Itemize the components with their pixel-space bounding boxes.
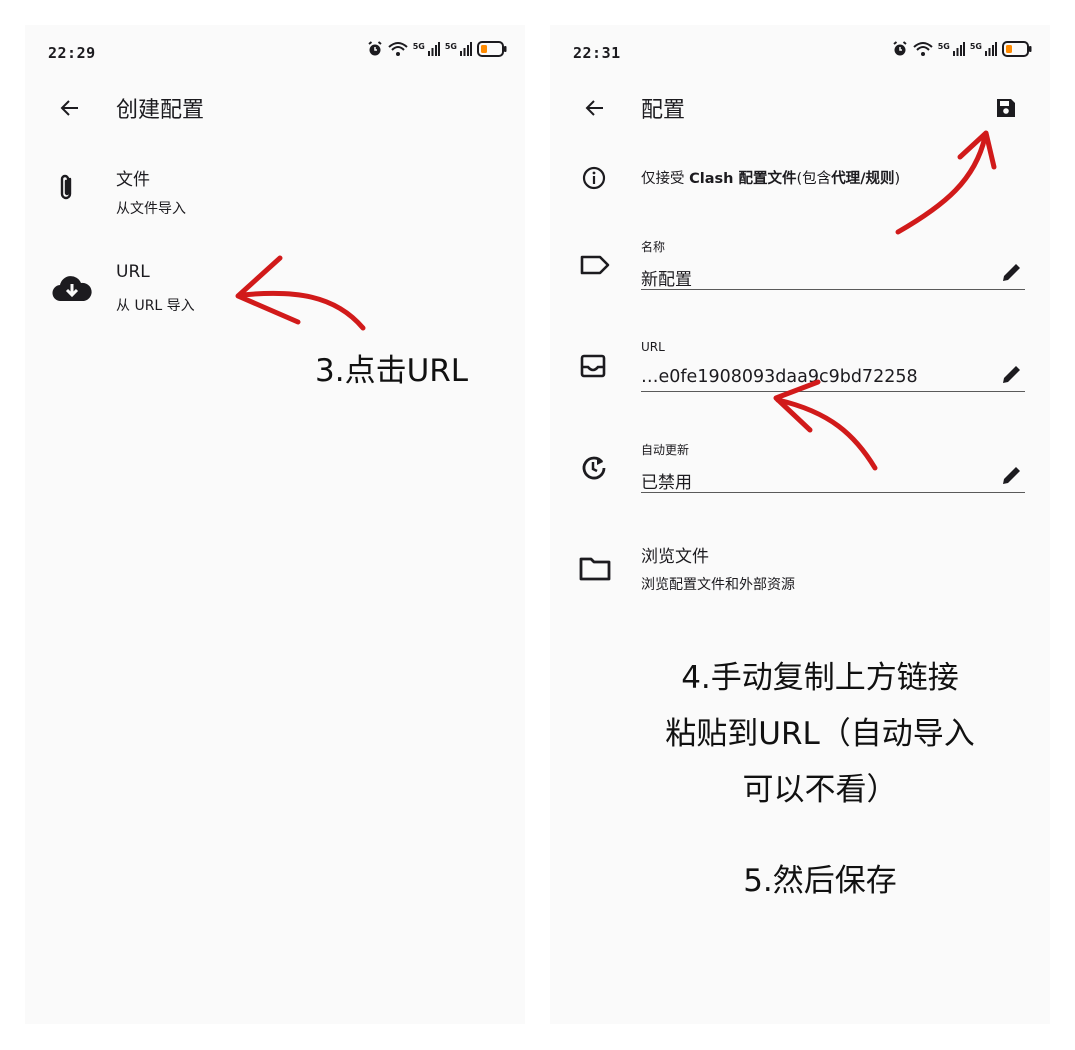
info-text: 仅接受 Clash 配置文件(包含代理/规则) xyxy=(641,171,901,187)
left-screen: 22:29 5G 5G 创建配置 文件 从文件导入 URL 从 URL 导入 3… xyxy=(25,25,525,1024)
import-url-item[interactable]: URL 从 URL 导入 xyxy=(25,258,525,328)
signal-icon xyxy=(460,42,472,56)
step4-line: 可以不看） xyxy=(742,772,898,808)
info-icon xyxy=(582,166,606,190)
info-row: 仅接受 Clash 配置文件(包含代理/规则) xyxy=(550,163,1050,195)
import-file-item[interactable]: 文件 从文件导入 xyxy=(25,160,525,230)
step4-line: 粘贴到URL（自动导入 xyxy=(665,716,975,752)
battery-icon xyxy=(1002,41,1032,57)
status-time: 22:29 xyxy=(48,44,96,62)
update-clock-icon xyxy=(582,456,606,480)
signal-icon xyxy=(427,42,440,56)
folder-icon xyxy=(579,557,611,581)
auto-update-value[interactable]: 已禁用 xyxy=(641,468,692,493)
name-field[interactable]: 名称 新配置 xyxy=(550,235,1050,295)
signal-label: 5G xyxy=(969,42,982,51)
url-field-label: URL xyxy=(641,340,665,354)
edit-pencil-icon[interactable] xyxy=(1001,261,1023,283)
inbox-tray-icon xyxy=(580,354,606,378)
browse-files-item[interactable]: 浏览文件 浏览配置文件和外部资源 xyxy=(550,540,1050,605)
wifi-icon xyxy=(388,42,408,56)
alarm-icon xyxy=(893,41,907,56)
browse-files-subtitle: 浏览配置文件和外部资源 xyxy=(641,577,795,593)
right-screen: 22:31 5G 5G 配置 仅接受 Clash 配置文件(包含代理/规则) 名… xyxy=(550,25,1050,1024)
auto-update-field[interactable]: 自动更新 已禁用 xyxy=(550,438,1050,498)
name-field-label: 名称 xyxy=(641,240,666,254)
signal-icon xyxy=(985,42,997,56)
step4-line: 4.手动复制上方链接 xyxy=(681,660,959,696)
app-bar: 创建配置 xyxy=(25,89,525,129)
label-tag-icon xyxy=(580,255,610,275)
url-field-underline xyxy=(641,391,1025,392)
status-icons: 5G 5G xyxy=(892,41,1032,57)
edit-pencil-icon[interactable] xyxy=(1001,363,1023,385)
step3-annotation: 3.点击URL xyxy=(315,353,469,389)
save-icon[interactable] xyxy=(995,97,1017,119)
step4-annotation: 4.手动复制上方链接 粘贴到URL（自动导入 可以不看） xyxy=(630,650,1010,818)
signal-icon xyxy=(952,42,965,56)
wifi-icon xyxy=(913,42,933,56)
alarm-icon xyxy=(368,41,382,56)
browse-files-title: 浏览文件 xyxy=(641,547,709,567)
page-title: 配置 xyxy=(641,98,686,123)
back-arrow-icon[interactable] xyxy=(59,97,81,119)
auto-update-underline xyxy=(641,492,1025,493)
battery-icon xyxy=(477,41,507,57)
app-bar: 配置 xyxy=(550,89,1050,129)
signal-label: 5G xyxy=(444,42,457,51)
import-file-title: 文件 xyxy=(116,170,150,190)
name-field-value[interactable]: 新配置 xyxy=(641,265,692,290)
auto-update-label: 自动更新 xyxy=(641,443,690,457)
name-field-underline xyxy=(641,289,1025,290)
page-title: 创建配置 xyxy=(116,98,205,123)
url-field-value[interactable]: …e0fe1908093daa9c9bd72258 xyxy=(641,367,918,387)
import-file-subtitle: 从文件导入 xyxy=(116,201,186,217)
step5-annotation: 5.然后保存 xyxy=(743,863,897,899)
import-url-title: URL xyxy=(116,262,150,282)
paperclip-icon xyxy=(60,174,72,200)
signal-label: 5G xyxy=(412,42,425,51)
signal-label: 5G xyxy=(937,42,950,51)
cloud-download-icon xyxy=(52,276,92,302)
edit-pencil-icon[interactable] xyxy=(1001,464,1023,486)
status-icons: 5G 5G xyxy=(367,41,507,57)
url-field[interactable]: URL …e0fe1908093daa9c9bd72258 xyxy=(550,337,1050,397)
status-time: 22:31 xyxy=(573,44,621,62)
back-arrow-icon[interactable] xyxy=(584,97,606,119)
import-url-subtitle: 从 URL 导入 xyxy=(116,298,195,314)
